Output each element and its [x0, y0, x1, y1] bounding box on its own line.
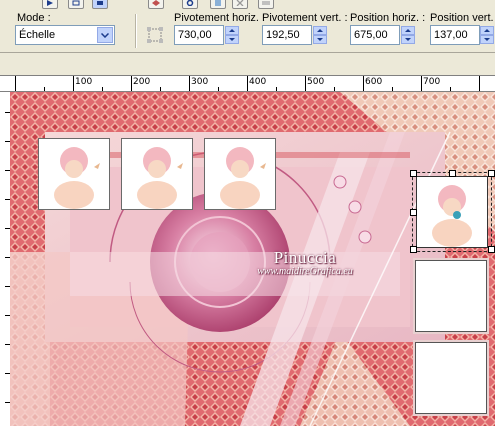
- icon-strip: [0, 0, 495, 9]
- corner-handle[interactable]: [410, 170, 417, 177]
- ruler-mark: 400: [249, 77, 267, 87]
- watermark-title: Pinuccia: [273, 248, 337, 267]
- pivot-h-value: 730,00: [178, 29, 212, 41]
- watermark: Pinuccia www.maidireGrafica.eu: [240, 248, 370, 277]
- pivot-v-field[interactable]: 192,50: [262, 25, 312, 45]
- ruler-mark: 100: [75, 77, 93, 87]
- pos-v-label: Position vert. :: [430, 12, 495, 24]
- portrait-thumbnail[interactable]: [121, 138, 193, 210]
- empty-frame[interactable]: [415, 342, 487, 414]
- image-canvas[interactable]: Pinuccia www.maidireGrafica.eu: [10, 92, 495, 426]
- pivot-h-spinner[interactable]: [225, 26, 239, 44]
- apply-icon[interactable]: [92, 0, 108, 9]
- side-handle[interactable]: [410, 209, 417, 216]
- transform-bounding-box[interactable]: [412, 172, 492, 252]
- chevron-down-icon[interactable]: [97, 27, 113, 43]
- pivot-v-spinner[interactable]: [313, 26, 327, 44]
- pos-h-value: 675,00: [354, 29, 388, 41]
- empty-frame[interactable]: [415, 260, 487, 332]
- side-handle[interactable]: [449, 170, 456, 177]
- play-icon[interactable]: [42, 0, 58, 9]
- portrait-thumbnail[interactable]: [38, 138, 110, 210]
- edit-icon[interactable]: [68, 0, 84, 9]
- pos-h-label: Position horiz. :: [350, 12, 426, 24]
- mode-select[interactable]: Échelle: [15, 25, 115, 45]
- deform-icon[interactable]: [148, 0, 164, 9]
- watermark-url: www.maidireGrafica.eu: [257, 266, 353, 277]
- ruler-mark: 600: [365, 77, 383, 87]
- pivot-v-label: Pivotement vert. :: [262, 12, 348, 24]
- portrait-thumbnail[interactable]: [204, 138, 276, 210]
- pivot-v-value: 192,50: [266, 29, 300, 41]
- corner-handle[interactable]: [488, 246, 495, 253]
- mode-label: Mode :: [17, 12, 51, 24]
- workspace-gap: [0, 53, 495, 75]
- ruler-mark: 300: [191, 77, 209, 87]
- corner-handle[interactable]: [410, 246, 417, 253]
- ruler-mark: 700: [423, 77, 441, 87]
- pos-v-spinner[interactable]: [480, 26, 494, 44]
- mode-select-value: Échelle: [19, 29, 56, 41]
- reset-icon[interactable]: [182, 0, 198, 9]
- pos-v-field[interactable]: 137,00: [430, 25, 480, 45]
- horizontal-ruler[interactable]: 100 200 300 400 500 600 700: [0, 75, 495, 92]
- corner-handle[interactable]: [488, 170, 495, 177]
- cancel-icon[interactable]: [232, 0, 248, 9]
- pos-v-value: 137,00: [434, 29, 468, 41]
- separator: [135, 14, 137, 48]
- save-preset-icon[interactable]: [210, 0, 226, 9]
- tool-options-bar: Mode : Échelle Pivotement horiz. : 730,0…: [0, 0, 495, 53]
- pivot-h-field[interactable]: 730,00: [174, 25, 224, 45]
- ruler-mark: 200: [133, 77, 151, 87]
- transform-box-icon[interactable]: [147, 27, 163, 43]
- pos-h-field[interactable]: 675,00: [350, 25, 400, 45]
- layer-icon[interactable]: [258, 0, 274, 9]
- pos-h-spinner[interactable]: [401, 26, 415, 44]
- ruler-mark: 500: [307, 77, 325, 87]
- pivot-h-label: Pivotement horiz. :: [174, 12, 266, 24]
